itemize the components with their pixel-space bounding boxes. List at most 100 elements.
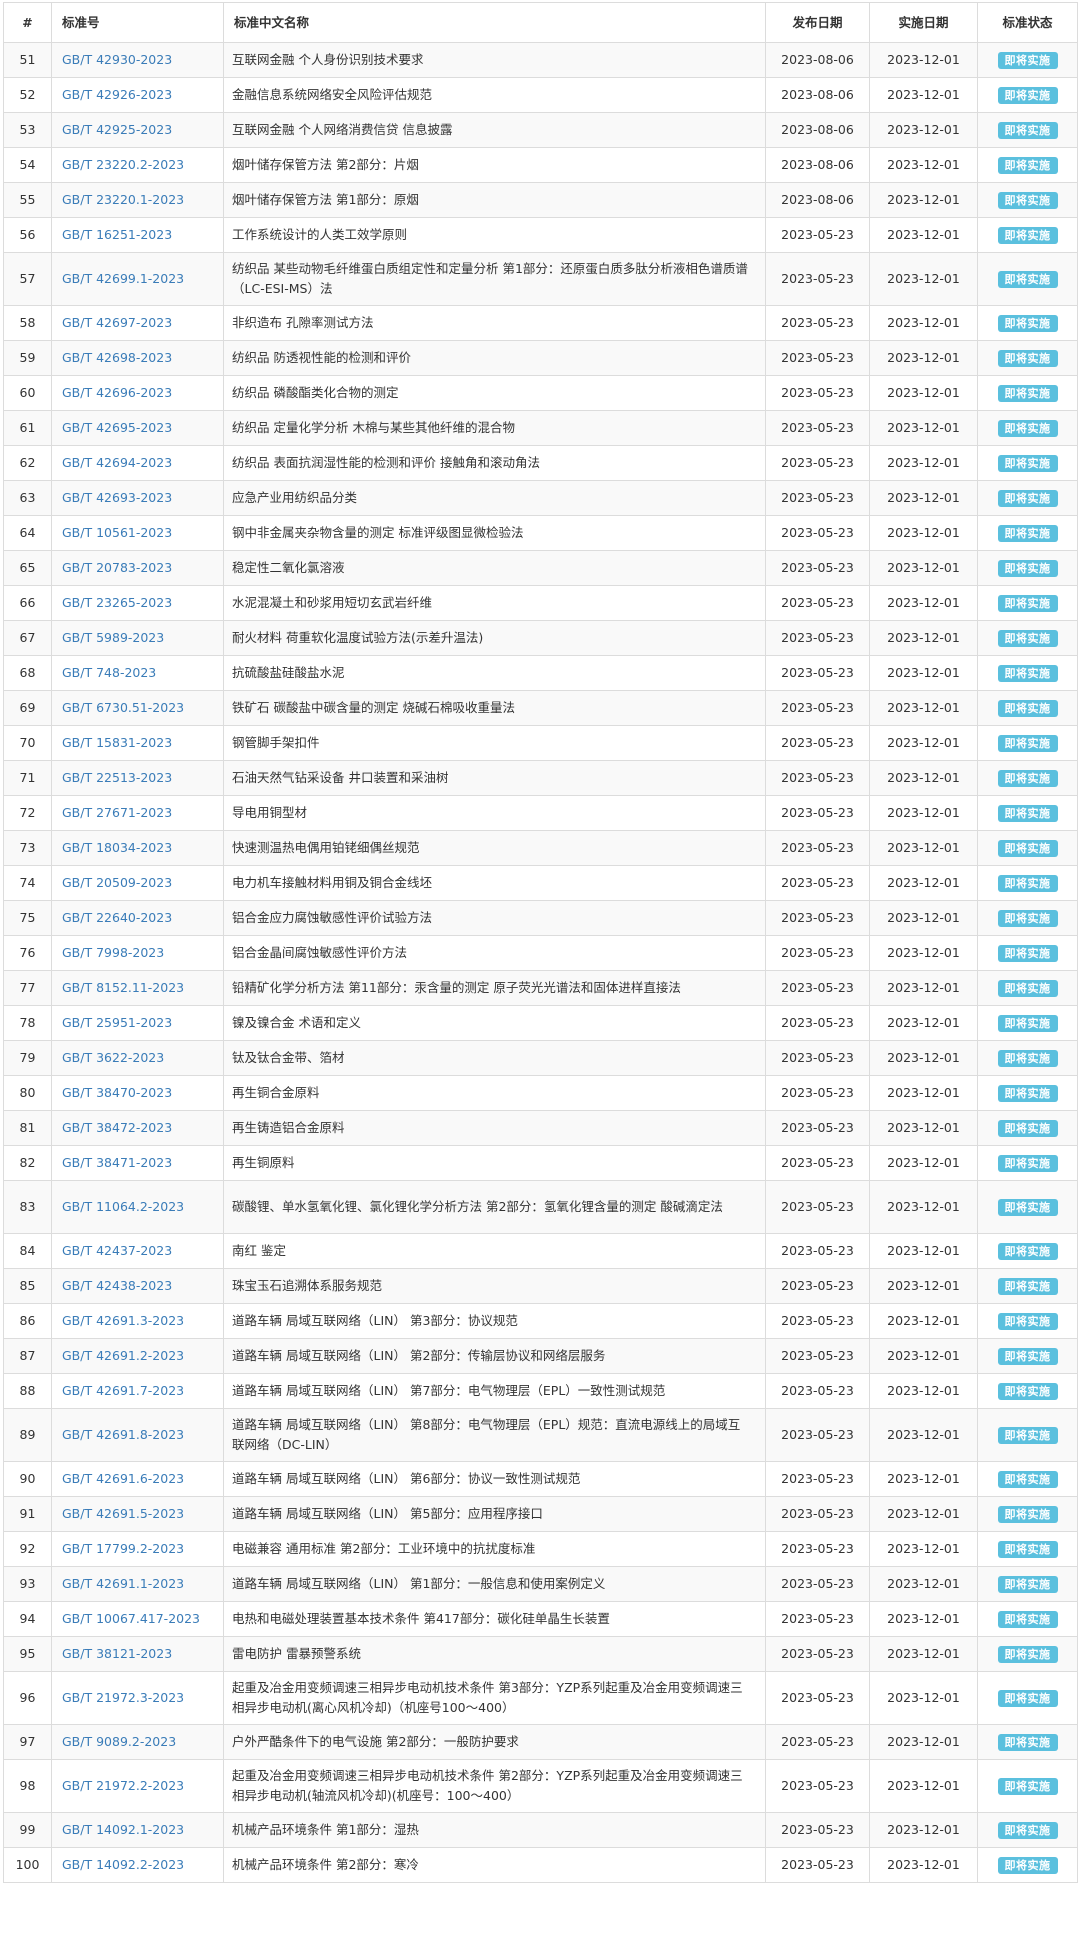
publish-date: 2023-05-23 xyxy=(765,865,870,901)
standard-code-link[interactable]: GB/T 9089.2-2023 xyxy=(51,1724,224,1760)
standard-name: 再生铜合金原料 xyxy=(223,1075,766,1111)
standard-code-link[interactable]: GB/T 42925-2023 xyxy=(51,112,224,148)
standard-code-link[interactable]: GB/T 42926-2023 xyxy=(51,77,224,113)
table-row: 61 GB/T 42695-2023 纺织品 定量化学分析 木棉与某些其他纤维的混合… xyxy=(3,410,1078,446)
standard-code-link[interactable]: GB/T 3622-2023 xyxy=(51,1040,224,1076)
standard-code-link[interactable]: GB/T 42695-2023 xyxy=(51,410,224,446)
standard-name: 铅精矿化学分析方法 第11部分：汞含量的测定 原子荧光光谱法和固体进样直接法 xyxy=(223,970,766,1006)
standard-code-link[interactable]: GB/T 10067.417-2023 xyxy=(51,1601,224,1637)
standard-code-link[interactable]: GB/T 42694-2023 xyxy=(51,445,224,481)
standard-name: 起重及冶金用变频调速三相异步电动机技术条件 第3部分：YZP系列起重及冶金用变频… xyxy=(223,1671,766,1725)
table-row: 94 GB/T 10067.417-2023 电热和电磁处理装置基本技术条件 第41… xyxy=(3,1601,1078,1637)
standard-name: 机械产品环境条件 第2部分：寒冷 xyxy=(223,1847,766,1883)
standard-code-link[interactable]: GB/T 42691.1-2023 xyxy=(51,1566,224,1602)
standard-code-link[interactable]: GB/T 5989-2023 xyxy=(51,620,224,656)
standard-code-link[interactable]: GB/T 18034-2023 xyxy=(51,830,224,866)
publish-date: 2023-05-23 xyxy=(765,1531,870,1567)
standard-name: 纺织品 定量化学分析 木棉与某些其他纤维的混合物 xyxy=(223,410,766,446)
standard-code-link[interactable]: GB/T 42930-2023 xyxy=(51,42,224,78)
standard-code-link[interactable]: GB/T 10561-2023 xyxy=(51,515,224,551)
standard-name: 雷电防护 雷暴预警系统 xyxy=(223,1636,766,1672)
standard-code-link[interactable]: GB/T 23220.2-2023 xyxy=(51,147,224,183)
publish-date: 2023-08-06 xyxy=(765,182,870,218)
header-name: 标准中文名称 xyxy=(223,2,766,43)
status-cell: 即将实施 xyxy=(977,1566,1078,1602)
implement-date: 2023-12-01 xyxy=(869,1724,978,1760)
standard-code-link[interactable]: GB/T 27671-2023 xyxy=(51,795,224,831)
row-number: 60 xyxy=(3,375,52,411)
status-badge: 即将实施 xyxy=(997,227,1058,244)
standard-code-link[interactable]: GB/T 42691.5-2023 xyxy=(51,1496,224,1532)
publish-date: 2023-05-23 xyxy=(765,1847,870,1883)
standard-code-link[interactable]: GB/T 42691.6-2023 xyxy=(51,1461,224,1497)
standard-code-link[interactable]: GB/T 20783-2023 xyxy=(51,550,224,586)
standard-name: 非织造布 孔隙率测试方法 xyxy=(223,305,766,341)
publish-date: 2023-05-23 xyxy=(765,1005,870,1041)
row-number: 97 xyxy=(3,1724,52,1760)
standard-code-link[interactable]: GB/T 42699.1-2023 xyxy=(51,252,224,306)
standard-code-link[interactable]: GB/T 38471-2023 xyxy=(51,1145,224,1181)
standard-code-link[interactable]: GB/T 42697-2023 xyxy=(51,305,224,341)
table-row: 87 GB/T 42691.2-2023 道路车辆 局域互联网络（LIN） 第2部分… xyxy=(3,1338,1078,1374)
header-status: 标准状态 xyxy=(977,2,1078,43)
standard-code-link[interactable]: GB/T 22513-2023 xyxy=(51,760,224,796)
standard-name: 烟叶储存保管方法 第1部分：原烟 xyxy=(223,182,766,218)
publish-date: 2023-05-23 xyxy=(765,1303,870,1339)
standard-code-link[interactable]: GB/T 21972.2-2023 xyxy=(51,1759,224,1813)
standard-code-link[interactable]: GB/T 11064.2-2023 xyxy=(51,1180,224,1234)
standard-name: 水泥混凝土和砂浆用短切玄武岩纤维 xyxy=(223,585,766,621)
status-badge: 即将实施 xyxy=(997,1611,1058,1628)
standard-code-link[interactable]: GB/T 42691.7-2023 xyxy=(51,1373,224,1409)
status-cell: 即将实施 xyxy=(977,112,1078,148)
status-badge: 即将实施 xyxy=(997,980,1058,997)
implement-date: 2023-12-01 xyxy=(869,1075,978,1111)
row-number: 51 xyxy=(3,42,52,78)
standard-code-link[interactable]: GB/T 38472-2023 xyxy=(51,1110,224,1146)
standard-code-link[interactable]: GB/T 21972.3-2023 xyxy=(51,1671,224,1725)
standard-code-link[interactable]: GB/T 748-2023 xyxy=(51,655,224,691)
standard-code-link[interactable]: GB/T 15831-2023 xyxy=(51,725,224,761)
standard-code-link[interactable]: GB/T 8152.11-2023 xyxy=(51,970,224,1006)
row-number: 70 xyxy=(3,725,52,761)
status-cell: 即将实施 xyxy=(977,585,1078,621)
standard-code-link[interactable]: GB/T 42437-2023 xyxy=(51,1233,224,1269)
publish-date: 2023-05-23 xyxy=(765,252,870,306)
table-header: # 标准号 标准中文名称 发布日期 实施日期 标准状态 xyxy=(3,2,1078,43)
standard-code-link[interactable]: GB/T 23220.1-2023 xyxy=(51,182,224,218)
standard-code-link[interactable]: GB/T 42691.2-2023 xyxy=(51,1338,224,1374)
status-badge: 即将实施 xyxy=(997,87,1058,104)
row-number: 90 xyxy=(3,1461,52,1497)
row-number: 79 xyxy=(3,1040,52,1076)
row-number: 61 xyxy=(3,410,52,446)
standard-code-link[interactable]: GB/T 14092.1-2023 xyxy=(51,1812,224,1848)
standard-code-link[interactable]: GB/T 42691.8-2023 xyxy=(51,1408,224,1462)
standard-code-link[interactable]: GB/T 22640-2023 xyxy=(51,900,224,936)
row-number: 52 xyxy=(3,77,52,113)
standard-code-link[interactable]: GB/T 42696-2023 xyxy=(51,375,224,411)
standard-code-link[interactable]: GB/T 7998-2023 xyxy=(51,935,224,971)
publish-date: 2023-05-23 xyxy=(765,1636,870,1672)
publish-date: 2023-05-23 xyxy=(765,760,870,796)
publish-date: 2023-05-23 xyxy=(765,900,870,936)
standard-name: 铝合金晶间腐蚀敏感性评价方法 xyxy=(223,935,766,971)
table-row: 55 GB/T 23220.1-2023 烟叶储存保管方法 第1部分：原烟 2023-… xyxy=(3,182,1078,218)
implement-date: 2023-12-01 xyxy=(869,1531,978,1567)
standard-code-link[interactable]: GB/T 20509-2023 xyxy=(51,865,224,901)
standard-code-link[interactable]: GB/T 6730.51-2023 xyxy=(51,690,224,726)
standard-code-link[interactable]: GB/T 38470-2023 xyxy=(51,1075,224,1111)
standard-code-link[interactable]: GB/T 17799.2-2023 xyxy=(51,1531,224,1567)
table-row: 57 GB/T 42699.1-2023 纺织品 某些动物毛纤维蛋白质组定性和定量分… xyxy=(3,252,1078,306)
status-cell: 即将实施 xyxy=(977,1303,1078,1339)
standard-code-link[interactable]: GB/T 14092.2-2023 xyxy=(51,1847,224,1883)
standard-code-link[interactable]: GB/T 25951-2023 xyxy=(51,1005,224,1041)
row-number: 89 xyxy=(3,1408,52,1462)
standard-code-link[interactable]: GB/T 42691.3-2023 xyxy=(51,1303,224,1339)
standard-code-link[interactable]: GB/T 42698-2023 xyxy=(51,340,224,376)
status-badge: 即将实施 xyxy=(997,1778,1058,1795)
standard-code-link[interactable]: GB/T 23265-2023 xyxy=(51,585,224,621)
standard-code-link[interactable]: GB/T 42438-2023 xyxy=(51,1268,224,1304)
standard-code-link[interactable]: GB/T 16251-2023 xyxy=(51,217,224,253)
status-badge: 即将实施 xyxy=(997,700,1058,717)
standard-code-link[interactable]: GB/T 42693-2023 xyxy=(51,480,224,516)
standard-code-link[interactable]: GB/T 38121-2023 xyxy=(51,1636,224,1672)
